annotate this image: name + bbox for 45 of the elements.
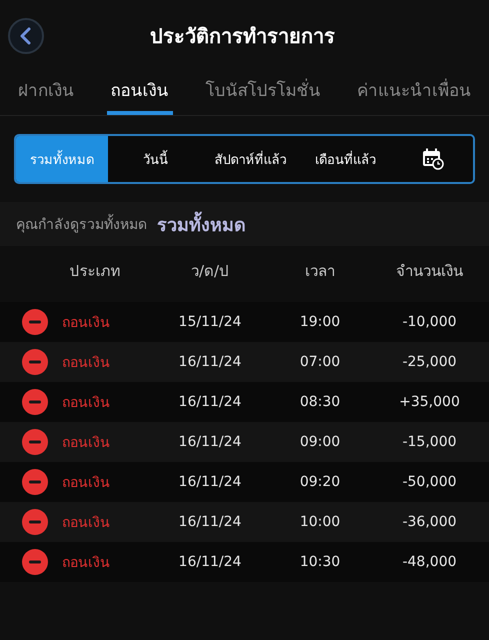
calendar-icon [422,148,444,170]
time-cell-text: 10:00 [298,514,342,530]
column-header: ประเภท [68,261,122,282]
amount-cell-text: -48,000 [401,554,458,570]
date-cell-text: 15/11/24 [178,314,242,330]
type-cell-text: ถอนเงิน [62,394,110,413]
viewing-caption: คุณกำลังดูรวมทั้งหมด [16,213,147,235]
date-cell-text: 16/11/24 [178,434,242,450]
type-cell-text: ถอนเงิน [62,354,110,373]
time-cell-text: 07:00 [298,354,342,370]
date-cell-text: 16/11/24 [178,474,242,490]
time-cell-text: 10:30 [298,554,342,570]
type-cell-text: ถอนเงิน [62,434,110,453]
type-cell-text: ถอนเงิน [62,514,110,533]
time-cell-text: 19:00 [298,314,342,330]
time-cell-text: 09:00 [298,434,342,450]
filter-button[interactable]: เดือนที่แล้ว [298,136,393,182]
tab[interactable]: ฝากเงิน [14,72,78,115]
filter-button[interactable]: วันนี้ [108,136,203,182]
column-header: เวลา [304,261,336,282]
amount-cell-text: -50,000 [401,474,458,490]
type-cell-text: ถอนเงิน [62,474,110,493]
page-title: ประวัติการทำรายการ [149,23,336,50]
filter-button[interactable]: สัปดาห์ที่แล้ว [203,136,298,182]
amount-cell-text: +35,000 [398,394,461,410]
amount-cell-text: -15,000 [401,434,458,450]
amount-cell-text: -10,000 [401,314,458,330]
calendar-button[interactable] [393,136,473,182]
back-button[interactable] [8,18,44,54]
date-cell-text: 16/11/24 [178,354,242,370]
amount-cell-text: -36,000 [401,514,458,530]
date-cell-text: 16/11/24 [178,514,242,530]
tab[interactable]: ถอนเงิน [106,72,173,115]
tab[interactable]: ค่าแนะนำเพื่อน [352,72,475,115]
time-cell-text: 08:30 [298,394,342,410]
type-cell-text: ถอนเงิน [62,554,110,573]
time-cell-text: 09:20 [298,474,342,490]
date-cell-text: 16/11/24 [178,554,242,570]
viewing-value: รวมทั้งหมด [157,210,246,238]
type-cell-text: ถอนเงิน [62,314,110,333]
column-header: ว/ด/ป [190,261,230,282]
amount-cell-text: -25,000 [401,354,458,370]
date-cell-text: 16/11/24 [178,394,242,410]
column-header: จำนวนเงิน [395,261,464,282]
tab[interactable]: โบนัสโปรโมชั่น [201,72,324,115]
